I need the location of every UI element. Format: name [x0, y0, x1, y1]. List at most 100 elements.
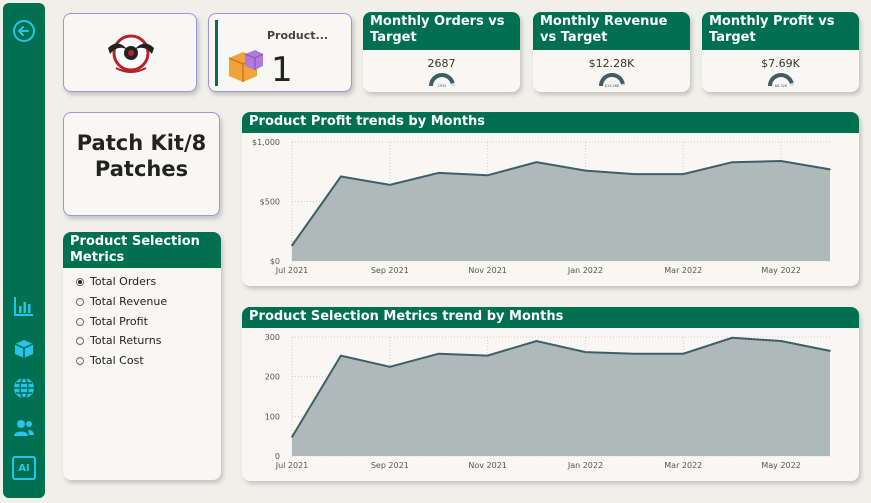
x-tick-label: May 2022 — [761, 266, 800, 275]
metrics-trend-chart: 0 100 200 300 Jul 2021 Sep 2021 Nov 2021 Jan 20… — [265, 333, 831, 470]
metrics-panel: Product Selection Metrics Total Orders T… — [63, 232, 221, 480]
kpi-title: Monthly Profit vs Target — [702, 12, 859, 50]
y-tick-label: 100 — [265, 412, 280, 421]
x-tick-label: Nov 2021 — [468, 461, 507, 470]
ai-icon[interactable]: AI — [12, 456, 36, 480]
metric-option-total-cost[interactable]: Total Cost — [76, 354, 144, 367]
data-point — [780, 340, 782, 342]
arrow-left-circle-icon[interactable] — [12, 19, 36, 43]
metric-option-total-returns[interactable]: Total Returns — [76, 334, 161, 347]
y-tick-label: 300 — [265, 333, 280, 342]
package-icon — [228, 50, 264, 82]
data-point — [486, 174, 489, 177]
data-point — [340, 354, 342, 357]
metric-option-label: Total Orders — [90, 275, 157, 288]
metric-option-total-orders[interactable]: Total Orders — [76, 275, 156, 288]
area-series — [292, 161, 830, 261]
chart-title: Product Selection Metrics trend by Month… — [242, 307, 859, 328]
data-point — [829, 168, 831, 171]
data-point — [340, 175, 342, 178]
data-point — [731, 336, 733, 339]
kpi-card-orders: Monthly Orders vs Target 2687 2932 — [363, 12, 520, 92]
y-tick-label: $500 — [260, 198, 280, 207]
selected-product-card: Patch Kit/8 Patches — [63, 112, 220, 216]
sidebar: AI — [3, 3, 45, 498]
data-point — [535, 340, 538, 342]
data-point — [829, 350, 831, 352]
bar-chart-icon[interactable] — [12, 294, 36, 318]
metric-option-label: Total Revenue — [90, 295, 168, 308]
data-point — [535, 161, 538, 164]
kpi-value: $7.69K — [761, 57, 800, 70]
kpi-gauge-label: 2932 — [438, 84, 447, 88]
metric-option-label: Total Returns — [90, 334, 162, 347]
logo-card — [63, 13, 197, 92]
radio-unselected[interactable] — [76, 356, 84, 365]
box-icon[interactable] — [12, 336, 36, 360]
kpi-value: 2687 — [427, 57, 456, 70]
x-tick-label: May 2022 — [761, 461, 800, 470]
kpi-title: Monthly Revenue vs Target — [533, 12, 690, 50]
kpi-gauge: $13.06K — [598, 73, 625, 88]
data-point — [633, 173, 636, 175]
radio-unselected[interactable] — [76, 317, 84, 326]
y-tick-label: 200 — [265, 373, 280, 382]
kpi-gauge-label: $13.06K — [605, 84, 620, 88]
data-point — [682, 352, 685, 355]
y-tick-label: $1,000 — [252, 138, 280, 147]
chart-title: Product Profit trends by Months — [242, 112, 859, 133]
y-tick-label: $0 — [270, 257, 280, 266]
x-tick-label: Jan 2022 — [567, 461, 603, 470]
profit-trend-chart: $0 $500 $1,000 Jul 2021 Sep 2021 Nov 2021 Jan … — [252, 138, 831, 275]
data-point — [291, 244, 293, 247]
globe-icon[interactable] — [12, 376, 36, 400]
x-tick-label: Mar 2022 — [664, 461, 702, 470]
data-point — [291, 436, 293, 438]
users-icon[interactable] — [12, 416, 36, 440]
data-point — [584, 351, 587, 353]
data-point — [437, 352, 440, 355]
data-point — [389, 365, 391, 368]
data-point — [633, 352, 636, 355]
brand-logo — [108, 34, 154, 73]
x-tick-label: Sep 2021 — [371, 266, 409, 275]
kpi-value: $12.28K — [588, 57, 635, 70]
data-point — [731, 161, 733, 164]
product-count-card: Product... 1 — [208, 13, 352, 92]
data-point — [584, 169, 587, 172]
product-count-title: Product... — [267, 29, 329, 42]
metrics-panel-title: Product Selection Metrics — [63, 232, 221, 268]
metric-option-total-revenue[interactable]: Total Revenue — [76, 295, 167, 308]
metric-option-label: Total Profit — [90, 315, 148, 328]
x-tick-label: Jan 2022 — [567, 266, 603, 275]
metric-option-label: Total Cost — [90, 354, 144, 367]
x-tick-label: Jul 2021 — [275, 266, 309, 275]
data-point — [389, 184, 391, 186]
kpi-gauge: $8.32K — [768, 73, 794, 88]
radio-unselected[interactable] — [76, 297, 84, 306]
x-tick-label: Nov 2021 — [468, 266, 507, 275]
x-tick-label: Jul 2021 — [275, 461, 309, 470]
x-tick-label: Mar 2022 — [664, 266, 702, 275]
data-point — [682, 173, 685, 175]
y-tick-label: 0 — [275, 452, 280, 461]
x-tick-label: Sep 2021 — [371, 461, 409, 470]
selected-product-name: Patch Kit/8 Patches — [76, 131, 207, 181]
kpi-title: Monthly Orders vs Target — [363, 12, 520, 50]
profit-trend-chart-card: Product Profit trends by Months $0 $500 $1… — [242, 112, 859, 286]
ai-icon-label: AI — [18, 462, 30, 474]
kpi-card-profit: Monthly Profit vs Target $7.69K $8.32K — [702, 12, 859, 92]
data-point — [780, 160, 782, 162]
area-series — [292, 337, 830, 456]
radio-selected[interactable] — [76, 277, 84, 286]
kpi-gauge: 2932 — [429, 73, 455, 88]
accent-bar — [215, 20, 218, 86]
data-point — [486, 354, 489, 357]
metrics-trend-chart-card: Product Selection Metrics trend by Month… — [242, 307, 859, 481]
kpi-card-revenue: Monthly Revenue vs Target $12.28K $13.06… — [533, 12, 690, 92]
kpi-gauge-label: $8.32K — [775, 84, 788, 88]
metric-option-total-profit[interactable]: Total Profit — [76, 315, 148, 328]
radio-unselected[interactable] — [76, 336, 84, 345]
product-count-value: 1 — [271, 50, 293, 90]
data-point — [437, 172, 440, 174]
